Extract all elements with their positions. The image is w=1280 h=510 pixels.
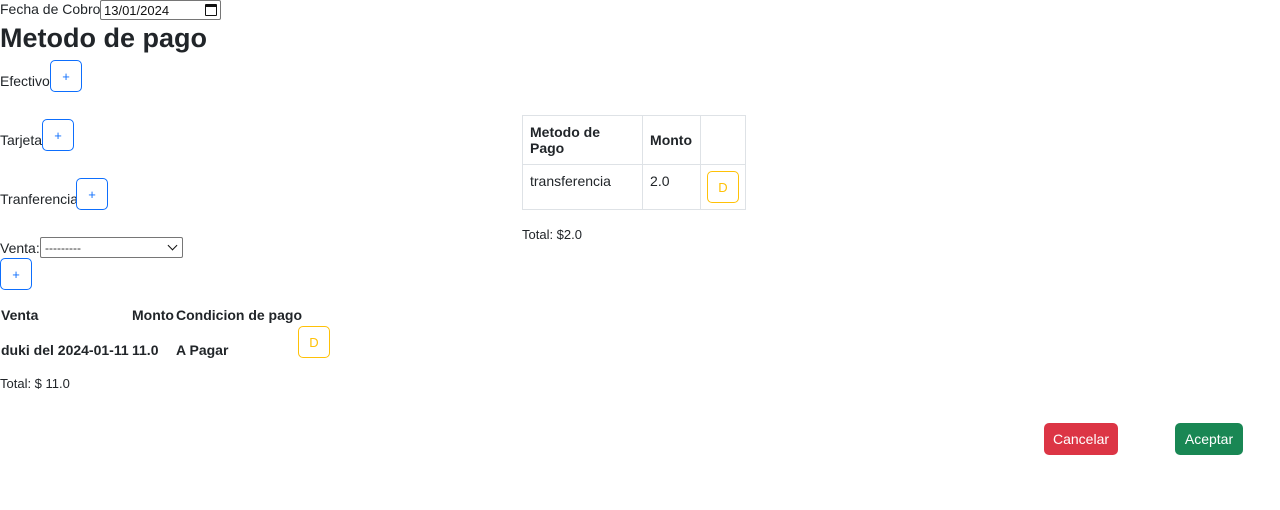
ventas-header-venta: Venta xyxy=(1,307,39,323)
method-label-efectivo: Efectivo xyxy=(0,73,50,89)
date-label: Fecha de Cobro: xyxy=(0,1,105,17)
ventas-header-condicion: Condicion de pago xyxy=(176,307,302,323)
add-efectivo-button[interactable]: + xyxy=(50,60,82,92)
chevron-down-icon xyxy=(167,240,178,251)
method-label-tarjeta: Tarjeta xyxy=(0,132,43,148)
venta-select[interactable]: --------- xyxy=(40,237,183,258)
ventas-cell-condicion: A Pagar xyxy=(176,342,229,358)
ventas-cell-venta: duki del 2024-01-11 xyxy=(1,342,129,358)
add-tarjeta-button[interactable]: + xyxy=(42,119,74,151)
venta-label: Venta: xyxy=(0,240,40,256)
venta-select-value: --------- xyxy=(45,240,81,255)
ventas-total: Total: $ 11.0 xyxy=(0,376,70,391)
pagos-table: Metodo de Pago Monto transferencia 2.0 D xyxy=(521,115,747,210)
pagos-total: Total: $2.0 xyxy=(522,227,582,242)
cancel-button[interactable]: Cancelar xyxy=(1044,423,1118,455)
pagos-header-monto: Monto xyxy=(642,115,701,165)
table-row: transferencia 2.0 D xyxy=(521,164,747,210)
pagos-cell-monto: 2.0 xyxy=(642,164,701,210)
add-transferencia-button[interactable]: + xyxy=(76,178,108,210)
ventas-header-monto: Monto xyxy=(132,307,174,323)
accept-button[interactable]: Aceptar xyxy=(1175,423,1243,455)
pagos-header-metodo: Metodo de Pago xyxy=(521,115,644,165)
calendar-icon[interactable] xyxy=(205,4,217,16)
delete-pago-button[interactable]: D xyxy=(706,171,739,203)
delete-venta-button[interactable]: D xyxy=(298,326,330,358)
date-input[interactable]: 13/01/2024 xyxy=(100,0,221,20)
pagos-header-actions xyxy=(699,115,747,165)
ventas-cell-monto: 11.0 xyxy=(132,342,159,358)
page-title: Metodo de pago xyxy=(0,23,207,53)
date-value: 13/01/2024 xyxy=(104,2,170,18)
pagos-cell-metodo: transferencia xyxy=(521,164,644,210)
add-venta-button[interactable]: + xyxy=(0,258,32,290)
pagos-cell-actions: D xyxy=(699,164,747,210)
method-label-transferencia: Tranferencia xyxy=(0,191,79,207)
